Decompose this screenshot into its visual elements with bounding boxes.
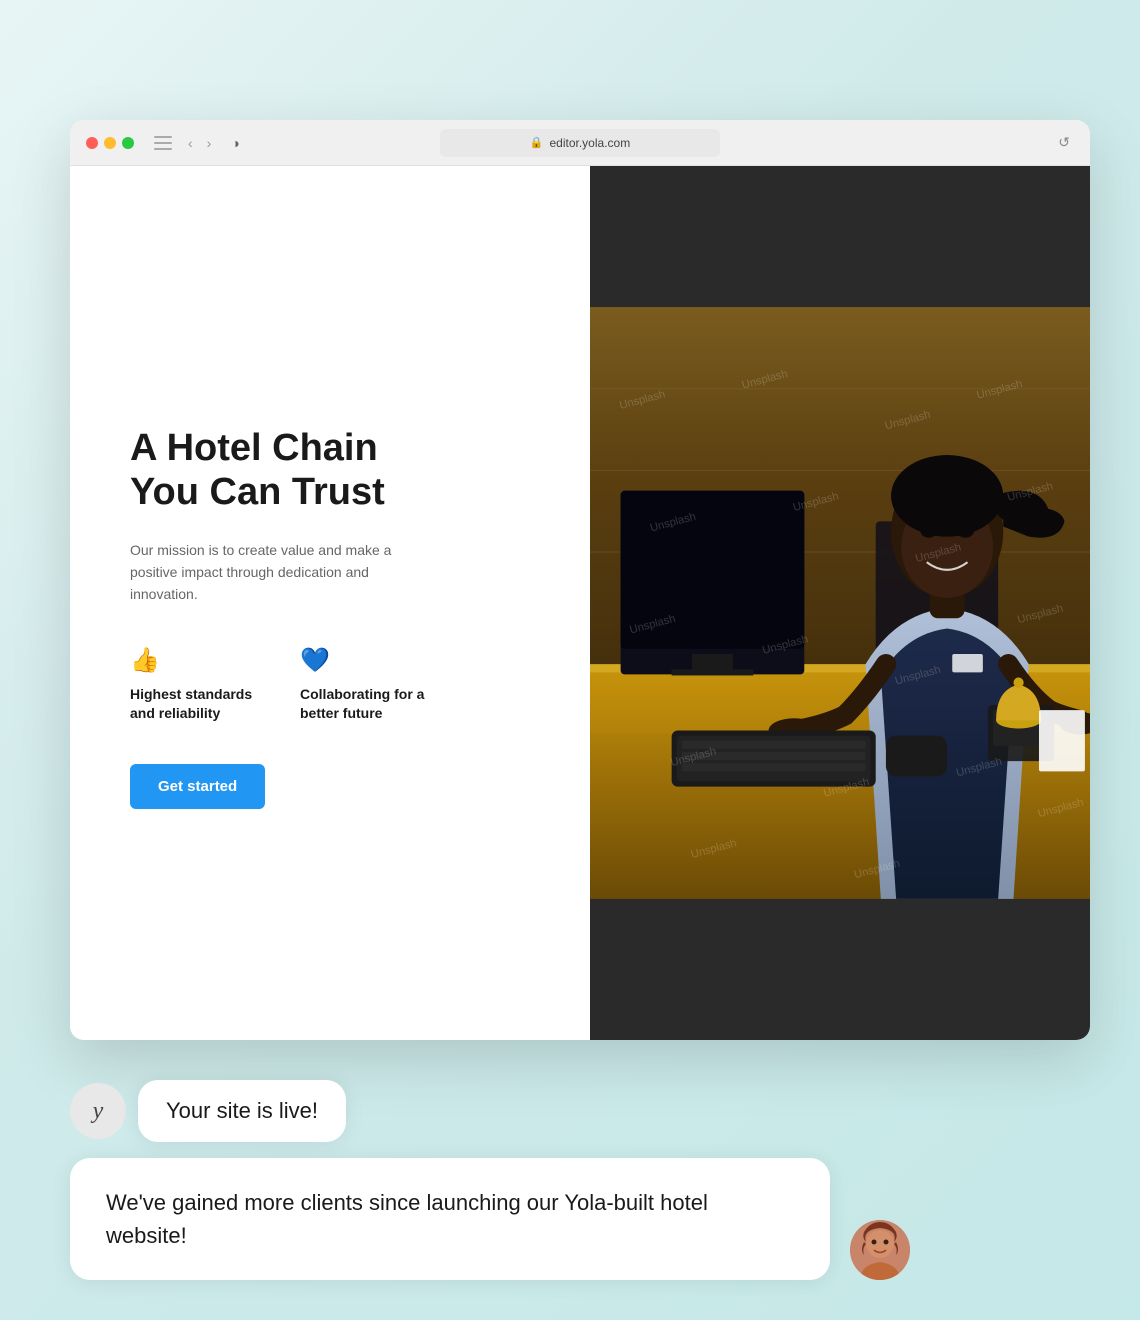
minimize-button[interactable]	[104, 137, 116, 149]
chat-bubble-2: We've gained more clients since launchin…	[70, 1158, 830, 1280]
nav-arrows: ‹ ›	[184, 133, 215, 153]
back-button[interactable]: ‹	[184, 133, 197, 153]
brightness-icon: ◑	[231, 135, 239, 151]
left-panel: A Hotel Chain You Can Trust Our mission …	[70, 166, 590, 1040]
address-bar[interactable]: 🔒 editor.yola.com	[440, 129, 720, 157]
get-started-button[interactable]: Get started	[130, 764, 265, 809]
yola-avatar: y	[70, 1083, 126, 1139]
hero-description: Our mission is to create value and make …	[130, 539, 420, 606]
traffic-lights	[86, 137, 134, 149]
maximize-button[interactable]	[122, 137, 134, 149]
close-button[interactable]	[86, 137, 98, 149]
chat-row-2: We've gained more clients since launchin…	[70, 1158, 1090, 1280]
feature1-label: Highest standards and reliability	[130, 685, 260, 724]
user-avatar	[850, 1220, 910, 1280]
browser-window: ‹ › ◑ 🔒 editor.yola.com ↺ A Hotel Chain …	[70, 120, 1090, 1040]
forward-button[interactable]: ›	[203, 133, 216, 153]
chat-row-1: y Your site is live!	[70, 1080, 1090, 1142]
hotel-reception-image: Unsplash Unsplash Unsplash Unsplash Unsp…	[590, 166, 1090, 1040]
chat-area: y Your site is live! We've gained more c…	[70, 1080, 1090, 1280]
chat-bubble-1: Your site is live!	[138, 1080, 346, 1142]
browser-titlebar: ‹ › ◑ 🔒 editor.yola.com ↺	[70, 120, 1090, 166]
heart-icon: 💙	[300, 646, 430, 675]
reload-button[interactable]: ↺	[1058, 134, 1070, 151]
sidebar-toggle-icon[interactable]	[154, 136, 172, 150]
url-text: editor.yola.com	[549, 136, 630, 150]
features-row: 👍 Highest standards and reliability 💙 Co…	[130, 646, 540, 724]
feature-item-1: 👍 Highest standards and reliability	[130, 646, 260, 724]
browser-content: A Hotel Chain You Can Trust Our mission …	[70, 166, 1090, 1040]
lock-icon: 🔒	[530, 136, 544, 149]
feature2-label: Collaborating for a better future	[300, 685, 430, 724]
hero-title: A Hotel Chain You Can Trust	[130, 427, 540, 514]
right-panel-image: Unsplash Unsplash Unsplash Unsplash Unsp…	[590, 166, 1090, 1040]
feature-item-2: 💙 Collaborating for a better future	[300, 646, 430, 724]
thumbs-up-icon: 👍	[130, 646, 260, 675]
